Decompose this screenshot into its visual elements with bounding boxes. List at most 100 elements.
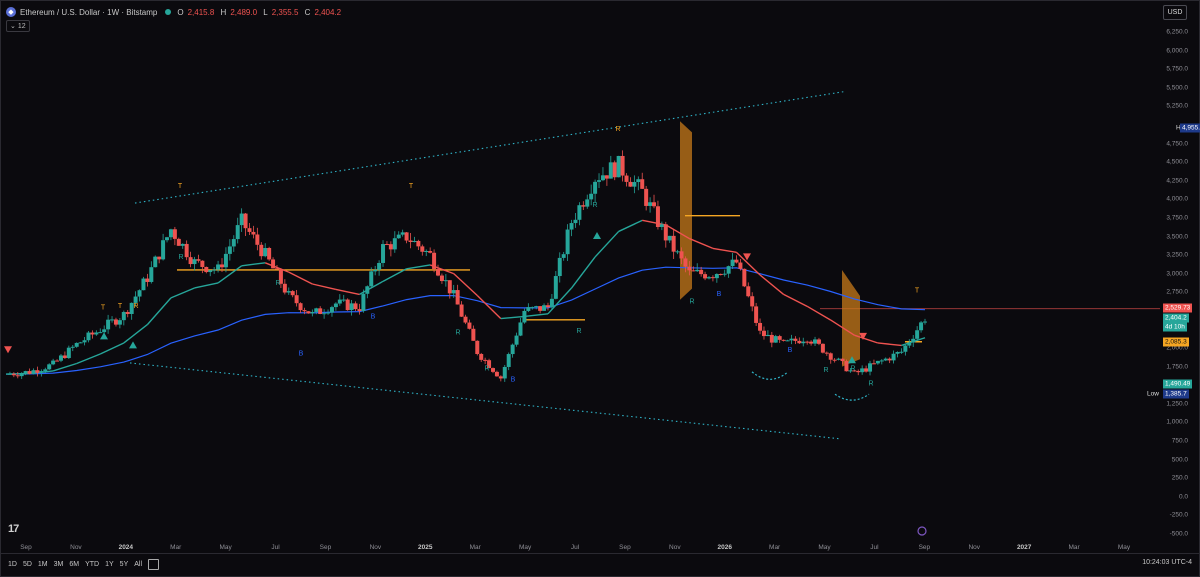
- candle-body: [923, 321, 927, 323]
- candle-body: [856, 371, 861, 373]
- candle-body: [836, 358, 841, 360]
- tf-6m[interactable]: 6M: [69, 561, 79, 568]
- candle-body: [773, 336, 778, 343]
- candle-body: [200, 260, 205, 267]
- candle-body: [805, 341, 810, 343]
- volatility-band: [842, 269, 860, 367]
- price-chart[interactable]: T T R T T T R R R R R R R R R R R B B B B B: [0, 0, 1200, 577]
- low-price-tag: 1,385.7: [1163, 389, 1189, 399]
- candle-body: [785, 340, 790, 342]
- candle-body: [212, 269, 217, 271]
- low-value: 2,355.5: [271, 7, 299, 17]
- candle-body: [612, 162, 617, 178]
- candle-body: [447, 280, 452, 294]
- calendar-icon[interactable]: [148, 559, 160, 570]
- candle-body: [671, 235, 676, 252]
- candle-body: [585, 199, 590, 207]
- candle-body: [168, 229, 173, 238]
- time-tick-label: Jul: [271, 544, 280, 551]
- candle-body: [110, 319, 115, 321]
- candle-body: [345, 299, 350, 311]
- fast-moving-average: [170, 287, 195, 299]
- fast-moving-average: [618, 219, 643, 233]
- time-tick-label: Sep: [918, 544, 931, 551]
- time-tick-label: Sep: [20, 544, 32, 551]
- fast-moving-average: [689, 237, 714, 250]
- signal-marker-label: R: [689, 298, 694, 305]
- tf-ytd[interactable]: YTD: [85, 561, 99, 568]
- price-tick-label: 5,250.0: [1166, 102, 1188, 110]
- crosshair-icon: [917, 526, 927, 536]
- utc-clock[interactable]: 10:24:03 UTC-4: [1142, 559, 1192, 566]
- candle-body: [361, 293, 366, 312]
- symbol-header[interactable]: ◆ Ethereum / U.S. Dollar · 1W · Bitstamp…: [6, 5, 345, 19]
- price-tick-label: 1,750.0: [1166, 363, 1188, 371]
- price-tick-label: 3,750.0: [1166, 214, 1188, 222]
- indicators-toggle[interactable]: ⌄ 12: [6, 20, 30, 32]
- candle-body: [86, 332, 91, 341]
- ethereum-icon: ◆: [6, 7, 16, 17]
- market-status-icon: [165, 9, 172, 15]
- candle-body: [424, 250, 429, 252]
- candle-body: [809, 341, 814, 344]
- candle-body: [557, 257, 562, 277]
- candle-body: [483, 359, 488, 361]
- price-tick-label: 4,000.0: [1166, 195, 1188, 203]
- candle-body: [824, 352, 829, 354]
- candle-body: [538, 306, 543, 311]
- fast-moving-average: [241, 262, 266, 267]
- fast-moving-average: [99, 342, 125, 355]
- candle-body: [624, 175, 629, 182]
- currency-button[interactable]: USD: [1163, 5, 1187, 20]
- candle-body: [23, 371, 28, 374]
- signal-marker-label: R: [592, 202, 597, 209]
- candle-body: [66, 347, 71, 358]
- time-tick-label: Mar: [1068, 544, 1080, 551]
- time-tick-label: Nov: [669, 544, 681, 551]
- candle-body: [600, 175, 605, 181]
- candle-body: [887, 358, 892, 361]
- candle-body: [565, 229, 570, 255]
- candle-body: [314, 308, 319, 312]
- fast-moving-average: [524, 313, 549, 318]
- candle-body: [479, 354, 484, 360]
- tf-5d[interactable]: 5D: [23, 561, 32, 568]
- candle-body: [797, 340, 802, 344]
- candle-body: [377, 262, 382, 270]
- candle-body: [349, 303, 354, 311]
- high-price-tag: 4,955.3: [1180, 123, 1200, 133]
- tf-1y[interactable]: 1Y: [105, 561, 114, 568]
- indicator-count: 12: [17, 22, 26, 30]
- signal-marker-label: R: [576, 328, 581, 335]
- fast-moving-average: [759, 274, 785, 295]
- tf-1m[interactable]: 1M: [38, 561, 48, 568]
- chevron-down-icon: ⌄: [10, 23, 18, 30]
- candle-body: [875, 360, 880, 364]
- candle-body: [864, 368, 869, 372]
- candle-body: [738, 262, 743, 269]
- time-tick-label: May: [818, 544, 831, 551]
- candle-body: [542, 305, 547, 311]
- time-tick-label: Nov: [369, 544, 382, 551]
- time-tick-label: Jul: [570, 544, 580, 551]
- candle-body: [98, 332, 103, 334]
- tf-1d[interactable]: 1D: [8, 561, 17, 568]
- candle-body: [730, 259, 735, 267]
- price-tick-label: -250.0: [1169, 511, 1188, 519]
- candle-body: [451, 290, 456, 294]
- tradingview-logo[interactable]: 17: [8, 523, 19, 535]
- candle-body: [632, 182, 637, 187]
- time-tick-label: Mar: [469, 544, 481, 551]
- tf-all[interactable]: All: [134, 561, 142, 568]
- candle-body: [192, 259, 197, 265]
- candle-body: [282, 283, 287, 293]
- fast-moving-average: [288, 271, 313, 285]
- signal-marker-label: B: [299, 351, 304, 358]
- bottom-divider: [0, 553, 1200, 554]
- candle-body: [679, 251, 684, 259]
- tf-5y[interactable]: 5Y: [120, 561, 129, 568]
- candle-body: [263, 247, 268, 257]
- candle-body: [703, 274, 708, 279]
- signal-marker-label: R: [275, 280, 280, 287]
- tf-3m[interactable]: 3M: [54, 561, 64, 568]
